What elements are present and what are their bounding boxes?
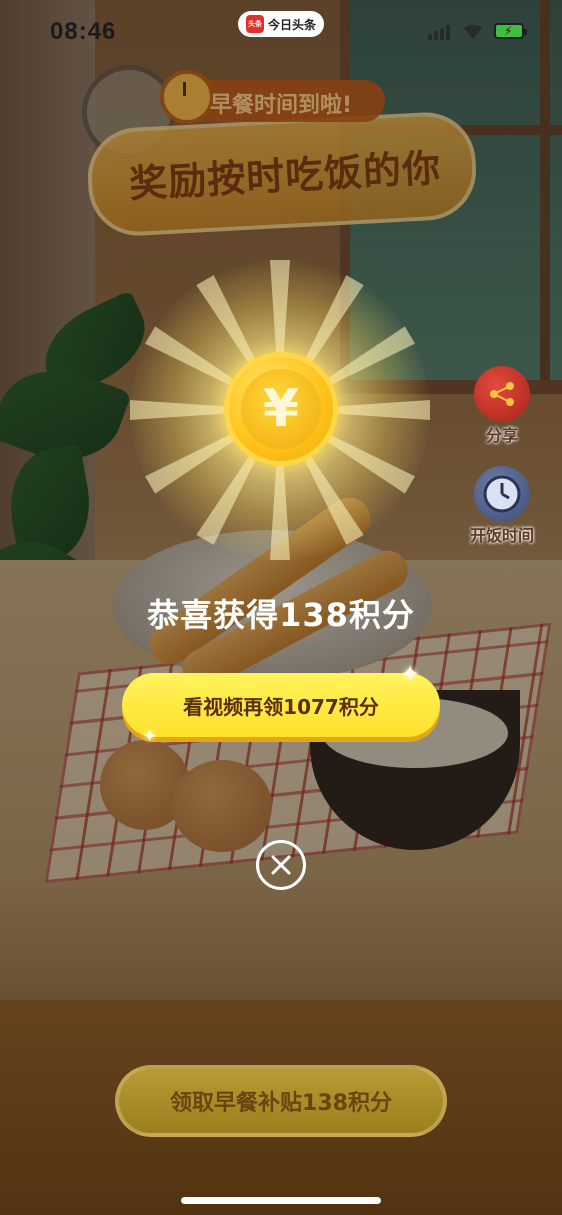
share-button[interactable]: 分享 (467, 366, 537, 446)
share-icon (474, 366, 530, 422)
clock-icon (474, 466, 530, 522)
coin-icon: ¥ (224, 352, 338, 466)
coin-symbol: ¥ (262, 379, 300, 439)
app-name: 今日头条 (267, 17, 316, 32)
share-label: 分享 (485, 426, 518, 445)
claim-breakfast-button[interactable]: 领取早餐补贴138积分 (115, 1065, 447, 1137)
status-bar: 08:46 头条 今日头条 ⚡ (0, 0, 562, 62)
battery-icon: ⚡ (494, 23, 527, 39)
watch-video-label: 看视频再领1077积分 (183, 694, 379, 719)
close-button[interactable] (256, 840, 306, 890)
congrats-text: 恭喜获得138积分 (147, 596, 415, 634)
watch-video-button[interactable]: 看视频再领1077积分 (122, 673, 440, 737)
app-indicator[interactable]: 头条 今日头条 (238, 11, 324, 37)
status-time: 08:46 (50, 18, 117, 45)
home-indicator[interactable] (181, 1197, 381, 1204)
app-logo-icon: 头条 (245, 15, 264, 33)
meal-time-label: 开饭时间 (469, 526, 534, 545)
claim-breakfast-label: 领取早餐补贴138积分 (170, 1091, 392, 1116)
meal-time-button[interactable]: 开饭时间 (467, 466, 537, 546)
sparkle-icon: ✦ (400, 660, 421, 688)
wifi-icon (462, 22, 484, 40)
signal-icon (428, 24, 450, 40)
sparkle-icon: ✦ (142, 726, 158, 747)
close-icon (271, 855, 291, 875)
